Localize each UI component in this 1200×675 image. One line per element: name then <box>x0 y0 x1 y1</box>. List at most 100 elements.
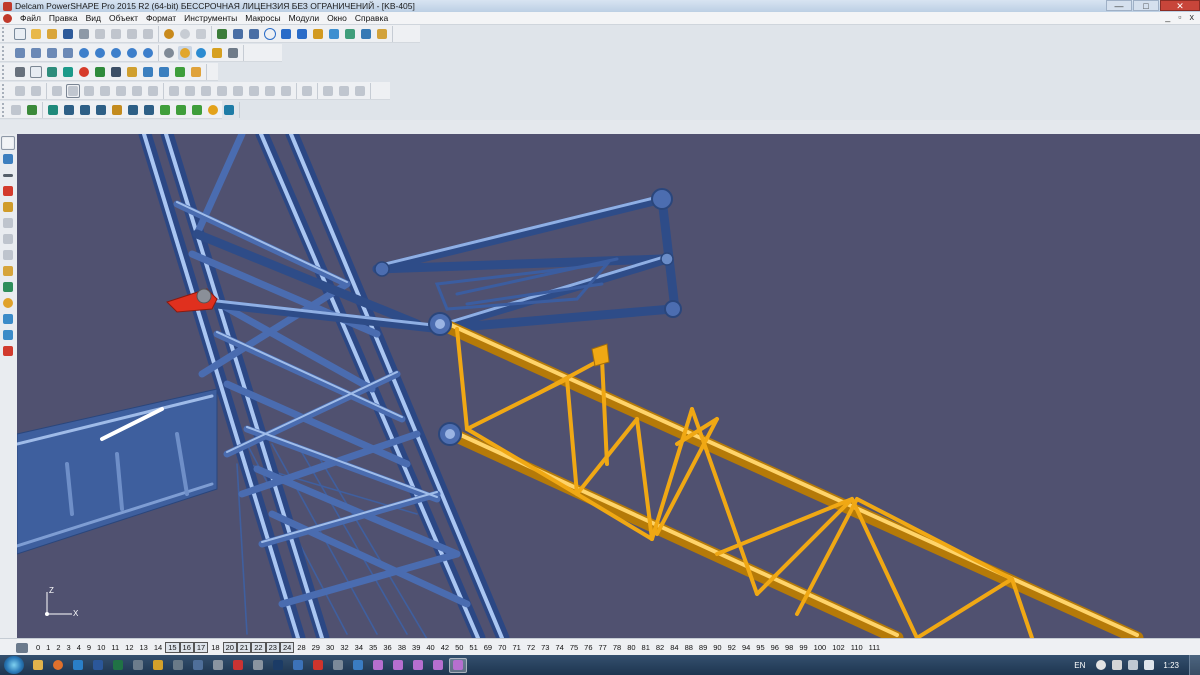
select-arrow-icon[interactable] <box>1 136 15 150</box>
solid-extrude-icon[interactable] <box>109 65 123 79</box>
start-button[interactable] <box>4 656 24 674</box>
undo-icon[interactable] <box>162 27 176 41</box>
level-78[interactable]: 78 <box>610 643 624 652</box>
level-10[interactable]: 10 <box>94 643 108 652</box>
level-102[interactable]: 102 <box>829 643 848 652</box>
level-15[interactable]: 15 <box>165 642 180 653</box>
level-3[interactable]: 3 <box>64 643 74 652</box>
select-icon[interactable] <box>194 27 208 41</box>
surface-l-icon[interactable] <box>231 84 245 98</box>
spline-icon[interactable] <box>295 27 309 41</box>
surface-b-icon[interactable] <box>66 83 80 98</box>
level-22[interactable]: 22 <box>251 642 266 653</box>
dimension-icon[interactable] <box>1 168 15 182</box>
level-20[interactable]: 20 <box>222 642 237 653</box>
app-h-icon[interactable] <box>289 658 307 673</box>
explorer-icon[interactable] <box>29 658 47 673</box>
arc-icon[interactable] <box>247 27 261 41</box>
menu-object[interactable]: Объект <box>105 13 142 23</box>
photoshop-icon[interactable] <box>269 658 287 673</box>
cut-icon[interactable] <box>93 27 107 41</box>
surface-a-icon[interactable] <box>50 84 64 98</box>
powershape-d-icon[interactable] <box>429 658 447 673</box>
app-f-icon[interactable] <box>229 658 247 673</box>
measure-icon[interactable] <box>1 200 15 214</box>
app-b-icon[interactable] <box>149 658 167 673</box>
level-13[interactable]: 13 <box>137 643 151 652</box>
level-89[interactable]: 89 <box>696 643 710 652</box>
level-51[interactable]: 51 <box>466 643 480 652</box>
firefox-icon[interactable] <box>49 658 67 673</box>
doc-minimize-button[interactable]: _ <box>1161 12 1174 24</box>
volume-icon[interactable] <box>1144 660 1155 670</box>
graphics-viewport[interactable]: Z X <box>17 134 1200 638</box>
show-desktop-button[interactable] <box>1189 655 1200 675</box>
level-100[interactable]: 100 <box>811 643 830 652</box>
media-icon[interactable] <box>69 658 87 673</box>
text-icon[interactable] <box>311 27 325 41</box>
level-75[interactable]: 75 <box>567 643 581 652</box>
level-72[interactable]: 72 <box>524 643 538 652</box>
doc-close-button[interactable]: x <box>1186 12 1199 24</box>
level-28[interactable]: 28 <box>294 643 308 652</box>
mesh-e-icon[interactable] <box>78 103 92 117</box>
zoom-icon[interactable] <box>77 46 91 60</box>
level-39[interactable]: 39 <box>409 643 423 652</box>
solid-boolean-icon[interactable] <box>141 65 155 79</box>
menu-modules[interactable]: Модули <box>285 13 323 23</box>
level-95[interactable]: 95 <box>753 643 767 652</box>
line-icon[interactable] <box>231 27 245 41</box>
toolbar-grip[interactable] <box>2 102 4 117</box>
network-icon[interactable] <box>1128 660 1139 670</box>
tool-b-icon[interactable] <box>1 232 15 246</box>
workplane-icon[interactable] <box>1 152 15 166</box>
word-icon[interactable] <box>89 658 107 673</box>
level-69[interactable]: 69 <box>481 643 495 652</box>
excel-icon[interactable] <box>109 658 127 673</box>
lights-icon[interactable] <box>210 46 224 60</box>
level-99[interactable]: 99 <box>796 643 810 652</box>
level-30[interactable]: 30 <box>323 643 337 652</box>
menu-help[interactable]: Справка <box>351 13 392 23</box>
surface-d-icon[interactable] <box>98 84 112 98</box>
menu-edit[interactable]: Правка <box>45 13 82 23</box>
surface-flag-icon[interactable] <box>29 84 43 98</box>
level-14[interactable]: 14 <box>151 643 165 652</box>
surface-f-icon[interactable] <box>130 84 144 98</box>
open-icon[interactable] <box>29 27 43 41</box>
surface-i-icon[interactable] <box>183 84 197 98</box>
rotate-icon[interactable] <box>162 46 176 60</box>
level-110[interactable]: 110 <box>848 643 866 652</box>
toolbar-grip[interactable] <box>2 45 8 60</box>
mesh-k-icon[interactable] <box>174 103 188 117</box>
app-e-icon[interactable] <box>209 658 227 673</box>
level-4[interactable]: 4 <box>74 643 84 652</box>
zoom-window-icon[interactable] <box>125 46 139 60</box>
view-top-icon[interactable] <box>13 46 27 60</box>
level-77[interactable]: 77 <box>596 643 610 652</box>
tool-c-icon[interactable] <box>1 248 15 262</box>
mesh-c-icon[interactable] <box>46 103 60 117</box>
new-icon[interactable] <box>13 27 27 41</box>
surface-q-icon[interactable] <box>321 84 335 98</box>
level-50[interactable]: 50 <box>452 643 466 652</box>
surface-k-icon[interactable] <box>215 84 229 98</box>
level-17[interactable]: 17 <box>193 642 209 653</box>
level-94[interactable]: 94 <box>739 643 753 652</box>
app-k-icon[interactable] <box>349 658 367 673</box>
surface-e-icon[interactable] <box>114 84 128 98</box>
solid-tree-icon[interactable] <box>157 65 171 79</box>
copy-icon[interactable] <box>109 27 123 41</box>
calculator-icon[interactable] <box>13 65 27 79</box>
level-90[interactable]: 90 <box>710 643 724 652</box>
app-a-icon[interactable] <box>129 658 147 673</box>
level-81[interactable]: 81 <box>639 643 653 652</box>
level-12[interactable]: 12 <box>122 643 136 652</box>
menu-format[interactable]: Формат <box>142 13 180 23</box>
level-76[interactable]: 76 <box>581 643 595 652</box>
solid-feature-icon[interactable] <box>125 65 139 79</box>
surface-c-icon[interactable] <box>82 84 96 98</box>
level-11[interactable]: 11 <box>108 643 122 652</box>
toolbar-grip[interactable] <box>2 64 8 79</box>
surface-n-icon[interactable] <box>263 84 277 98</box>
